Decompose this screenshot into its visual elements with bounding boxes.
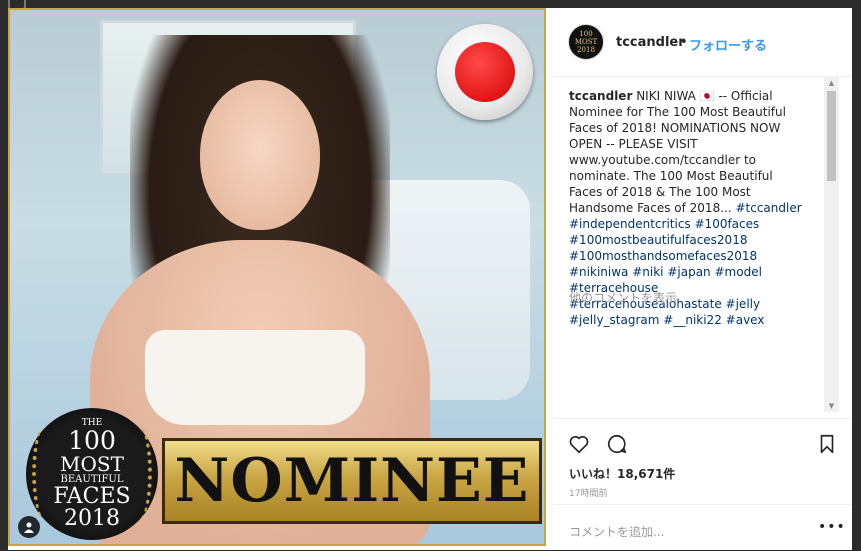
nominee-banner-text: NOMINEE — [174, 446, 530, 516]
caption-hashtags: #tccandler #independentcritics #100faces… — [569, 201, 802, 327]
post-header: 100 MOST 2018 tccandler • フォローする — [554, 8, 852, 77]
scroll-up-arrow-icon[interactable]: ▲ — [824, 77, 839, 89]
hashtag-link[interactable]: #avex — [726, 313, 765, 327]
more-options-icon[interactable]: ••• — [818, 519, 846, 535]
avatar[interactable]: 100 MOST 2018 — [568, 24, 604, 60]
hashtag-link[interactable]: #independentcritics — [569, 217, 691, 231]
comment-input[interactable]: コメントを追加... — [569, 523, 664, 540]
hashtag-link[interactable]: #japan — [667, 265, 710, 279]
hashtag-link[interactable]: #100mosthandsomefaces2018 — [569, 249, 757, 263]
hashtag-link[interactable]: #100faces — [695, 217, 760, 231]
japan-flag-icon — [437, 24, 533, 120]
hashtag-link[interactable]: #niki — [632, 265, 663, 279]
seal-year-text: 2018 — [64, 506, 120, 531]
comment-bar: コメントを追加... ••• — [554, 504, 852, 551]
caption-text: NIKI NIWA 🇯🇵 -- Official Nominee for The… — [569, 89, 786, 215]
follow-button[interactable]: フォローする — [689, 35, 767, 54]
flag-red-disc — [455, 42, 515, 102]
likes-count[interactable]: いいね！18,671件 — [569, 465, 675, 482]
scroll-down-arrow-icon[interactable]: ▼ — [824, 400, 839, 412]
image-person-face — [200, 80, 320, 230]
header-separator: • — [680, 35, 688, 50]
post-modal: THE 100 MOST BEAUTIFUL FACES 2018 NOMINE… — [8, 8, 852, 550]
post-sidebar: 100 MOST 2018 tccandler • フォローする tccandl… — [554, 8, 852, 550]
hashtag-link[interactable]: #__niki22 — [663, 313, 722, 327]
seal-most-text: MOST — [60, 452, 124, 476]
image-person-clothing — [145, 330, 365, 425]
hashtag-link[interactable]: #jelly_stagram — [569, 313, 659, 327]
caption-scrollbar[interactable]: ▲ ▼ — [824, 77, 839, 412]
bookmark-icon[interactable] — [816, 433, 838, 455]
hashtag-link[interactable]: #tccandler — [735, 201, 801, 215]
speech-bubble-icon[interactable] — [606, 433, 628, 455]
view-more-comments-link[interactable]: 他のコメントを表示 — [569, 289, 677, 306]
scrollbar-thumb[interactable] — [827, 91, 836, 181]
post-timestamp[interactable]: 17時間前 — [569, 486, 607, 499]
nominee-banner: NOMINEE — [162, 438, 542, 524]
header-username-link[interactable]: tccandler — [616, 35, 685, 50]
caption-username-link[interactable]: tccandler — [569, 89, 632, 103]
seal-100-text: 100 — [68, 426, 116, 455]
action-bar — [554, 418, 852, 459]
award-seal-logo: THE 100 MOST BEAUTIFUL FACES 2018 — [26, 408, 158, 540]
heart-icon[interactable] — [568, 433, 590, 455]
hashtag-link[interactable]: #model — [714, 265, 761, 279]
hashtag-link[interactable]: #nikiniwa — [569, 265, 628, 279]
person-tag-glyph — [24, 522, 34, 533]
hashtag-link[interactable]: #100mostbeautifulfaces2018 — [569, 233, 747, 247]
hashtag-link[interactable]: #jelly — [726, 297, 761, 311]
post-image[interactable]: THE 100 MOST BEAUTIFUL FACES 2018 NOMINE… — [8, 8, 546, 546]
person-tag-icon[interactable] — [18, 516, 40, 538]
